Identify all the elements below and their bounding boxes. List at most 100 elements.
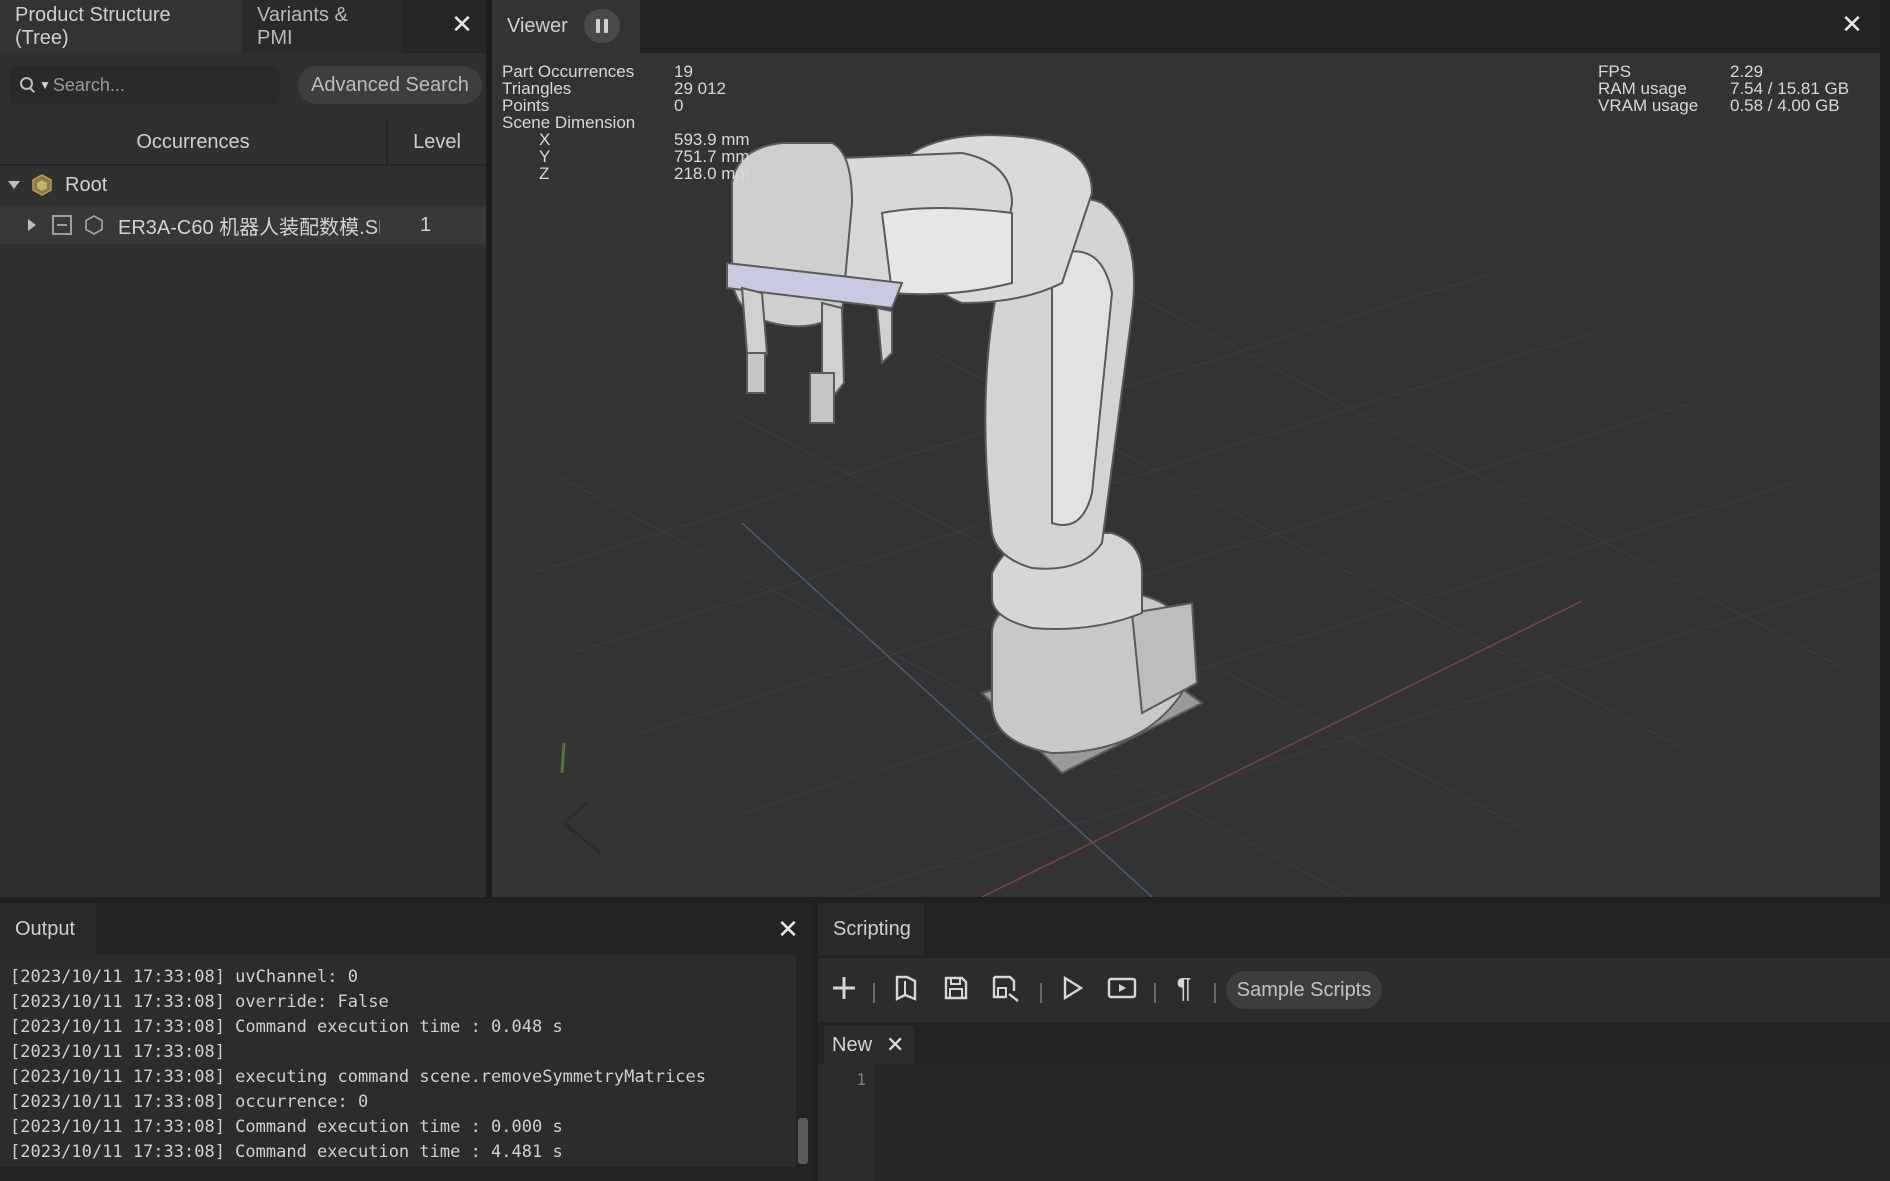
- log-partial-line: [10, 955, 796, 965]
- editor-tab-new[interactable]: New ✕: [824, 1026, 914, 1064]
- stat-key: VRAM usage: [1598, 96, 1699, 115]
- search-box[interactable]: ▼: [10, 66, 280, 104]
- log-line: [2023/10/11 17:33:08]: [10, 1042, 225, 1062]
- stat-value: 218.0 mm: [674, 164, 750, 183]
- stat-value: 593.9 mm: [674, 130, 750, 149]
- stat-row: FPS 2.29: [1598, 63, 1849, 80]
- stat-row: X 593.9 mm: [502, 131, 750, 148]
- close-viewer-icon[interactable]: ✕: [1836, 8, 1868, 40]
- output-log[interactable]: [2023/10/11 17:33:08] uvChannel: 0 [2023…: [0, 955, 796, 1167]
- pause-button[interactable]: [584, 9, 620, 43]
- pilcrow-icon[interactable]: ¶: [1164, 968, 1204, 1008]
- column-level[interactable]: Level: [388, 120, 486, 164]
- viewer-tabbar: Viewer ✕: [492, 0, 1880, 53]
- stat-value: 0: [674, 96, 684, 115]
- assembly-icon: [32, 174, 52, 196]
- stat-key: RAM usage: [1598, 79, 1687, 98]
- stat-key: Scene Dimension: [502, 113, 636, 132]
- stat-key: FPS: [1598, 62, 1632, 81]
- tab-scripting-label: Scripting: [833, 917, 911, 940]
- log-line: [2023/10/11 17:33:08] override: False: [10, 992, 389, 1012]
- advanced-search-button[interactable]: Advanced Search: [298, 66, 482, 104]
- tree-column-header: Occurrences Level: [0, 120, 486, 164]
- tab-scripting[interactable]: Scripting: [818, 903, 924, 955]
- log-line: [2023/10/11 17:33:08] executing command …: [10, 1067, 706, 1087]
- tree-item-label: Root: [65, 173, 108, 196]
- stat-row: Triangles 29 012: [502, 80, 750, 97]
- product-structure-panel: Product Structure (Tree) Variants & PMI …: [0, 0, 486, 897]
- search-icon[interactable]: [20, 77, 36, 93]
- log-line: [2023/10/11 17:33:08] Command execution …: [10, 1017, 563, 1037]
- stat-row: RAM usage 7.54 / 15.81 GB: [1598, 80, 1849, 97]
- script-editor[interactable]: 1: [818, 1064, 1890, 1181]
- tab-variants-pmi[interactable]: Variants & PMI: [242, 0, 402, 53]
- output-scrollbar[interactable]: [798, 1118, 808, 1164]
- stat-row: VRAM usage 0.58 / 4.00 GB: [1598, 97, 1849, 114]
- expand-toggle-icon[interactable]: [8, 181, 20, 189]
- search-row: ▼ Advanced Search: [10, 64, 482, 108]
- scripting-toolbar: ¶ Sample Scripts: [818, 958, 1890, 1022]
- tree-row-part[interactable]: ER3A-C60 机器人装配数模.SLI 1: [0, 206, 486, 244]
- sample-scripts-button[interactable]: Sample Scripts: [1226, 971, 1382, 1009]
- log-line: [2023/10/11 17:33:08] occurrence: 0: [10, 1092, 369, 1112]
- log-line: [2023/10/11 17:33:08] Command execution …: [10, 1142, 563, 1162]
- log-line: [2023/10/11 17:33:08] Command execution …: [10, 1117, 563, 1137]
- scene-stats: Part Occurrences 19 Triangles 29 012 Point…: [502, 63, 750, 182]
- stat-key: Z: [539, 164, 550, 183]
- close-editor-tab-icon[interactable]: ✕: [886, 1032, 904, 1058]
- stat-row: Points 0: [502, 97, 750, 114]
- tab-product-structure[interactable]: Product Structure (Tree): [0, 0, 242, 53]
- stat-key: Triangles: [502, 79, 572, 98]
- save-icon[interactable]: [936, 968, 976, 1008]
- column-level-label: Level: [413, 130, 461, 153]
- stat-key: Y: [539, 147, 551, 166]
- column-occurrences[interactable]: Occurrences: [0, 120, 388, 164]
- stat-value: 19: [674, 62, 693, 81]
- stat-value: 0.58 / 4.00 GB: [1730, 96, 1840, 115]
- stat-key: Part Occurrences: [502, 62, 635, 81]
- tree-row-root[interactable]: Root: [0, 166, 486, 204]
- stat-row: Part Occurrences 19: [502, 63, 750, 80]
- robot-model: [726, 134, 1204, 775]
- toolbar-separator: [1214, 983, 1216, 1003]
- chevron-down-icon[interactable]: ▼: [39, 78, 51, 92]
- new-script-icon[interactable]: [824, 968, 864, 1008]
- stat-row: Z 218.0 mm: [502, 165, 750, 182]
- visibility-checkbox[interactable]: [52, 215, 72, 235]
- column-occurrences-label: Occurrences: [136, 130, 250, 153]
- tab-output-label: Output: [15, 917, 76, 940]
- viewer-panel: Viewer ✕ Part Occurrences 19 Triangles 2…: [492, 0, 1880, 897]
- log-line: [2023/10/11 17:33:08] uvChannel: 0: [10, 967, 358, 987]
- performance-stats: FPS 2.29 RAM usage 7.54 / 15.81 GB VRAM us…: [1598, 63, 1849, 114]
- stat-row: Scene Dimension: [502, 114, 750, 131]
- editor-tabbar: New ✕: [818, 1022, 1890, 1064]
- 3d-viewport[interactable]: Part Occurrences 19 Triangles 29 012 Point…: [492, 53, 1880, 897]
- run-script-icon[interactable]: [1052, 968, 1092, 1008]
- run-selection-icon[interactable]: [1102, 968, 1142, 1008]
- editor-tab-label: New: [832, 1033, 873, 1056]
- toolbar-separator: [1154, 983, 1156, 1003]
- close-left-panel-icon[interactable]: ✕: [446, 8, 478, 40]
- left-tabbar: Product Structure (Tree) Variants & PMI …: [0, 0, 486, 53]
- toolbar-separator: [873, 983, 875, 1003]
- open-file-icon[interactable]: [886, 968, 926, 1008]
- stat-key: Points: [502, 96, 550, 115]
- tree-item-level: 1: [420, 213, 432, 236]
- stat-value: 29 012: [674, 79, 726, 98]
- tree-item-label: ER3A-C60 机器人装配数模.SLI: [118, 216, 380, 239]
- stat-value: 2.29: [1730, 62, 1764, 81]
- tab-output[interactable]: Output: [0, 903, 96, 955]
- tab-variants-pmi-label: Variants & PMI: [257, 3, 348, 49]
- scripting-panel: Scripting ¶ Sample Scripts New ✕ 1: [818, 903, 1890, 1181]
- output-tabbar: Output ✕: [0, 903, 812, 955]
- expand-toggle-icon[interactable]: [28, 219, 36, 231]
- stat-value: 751.7 mm: [674, 147, 750, 166]
- tab-viewer-label: Viewer: [507, 15, 568, 37]
- stat-key: X: [539, 130, 551, 149]
- close-output-icon[interactable]: ✕: [772, 913, 804, 945]
- stat-value: 7.54 / 15.81 GB: [1730, 79, 1850, 98]
- save-as-icon[interactable]: [986, 968, 1026, 1008]
- line-number-gutter: 1: [818, 1064, 874, 1181]
- stat-row: Y 751.7 mm: [502, 148, 750, 165]
- search-input[interactable]: [52, 74, 253, 96]
